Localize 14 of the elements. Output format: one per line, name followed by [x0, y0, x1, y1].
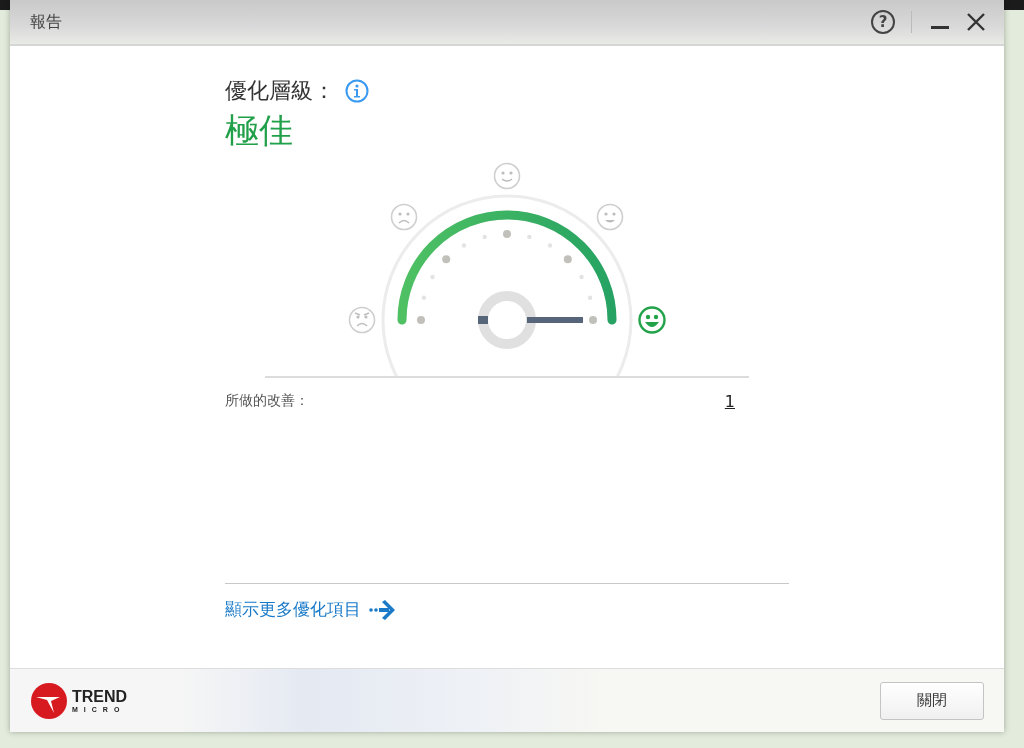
info-icon[interactable]	[345, 79, 369, 103]
rating-value: 極佳	[225, 109, 294, 152]
show-more-link[interactable]: 顯示更多優化項目	[225, 598, 361, 621]
help-button[interactable]: ?	[871, 10, 895, 34]
improvements-count-link[interactable]: 1	[724, 392, 735, 411]
gauge-hub	[478, 291, 536, 349]
close-icon[interactable]	[966, 12, 986, 32]
logo-icon	[30, 681, 68, 720]
rating-label: 優化層級：	[225, 77, 335, 105]
improvements-label: 所做的改善：	[225, 392, 309, 410]
window-title: 報告	[30, 11, 62, 33]
arrow-icon[interactable]	[369, 599, 395, 620]
close-button[interactable]: 關閉	[880, 681, 984, 720]
logo-text: TREND	[72, 688, 128, 706]
